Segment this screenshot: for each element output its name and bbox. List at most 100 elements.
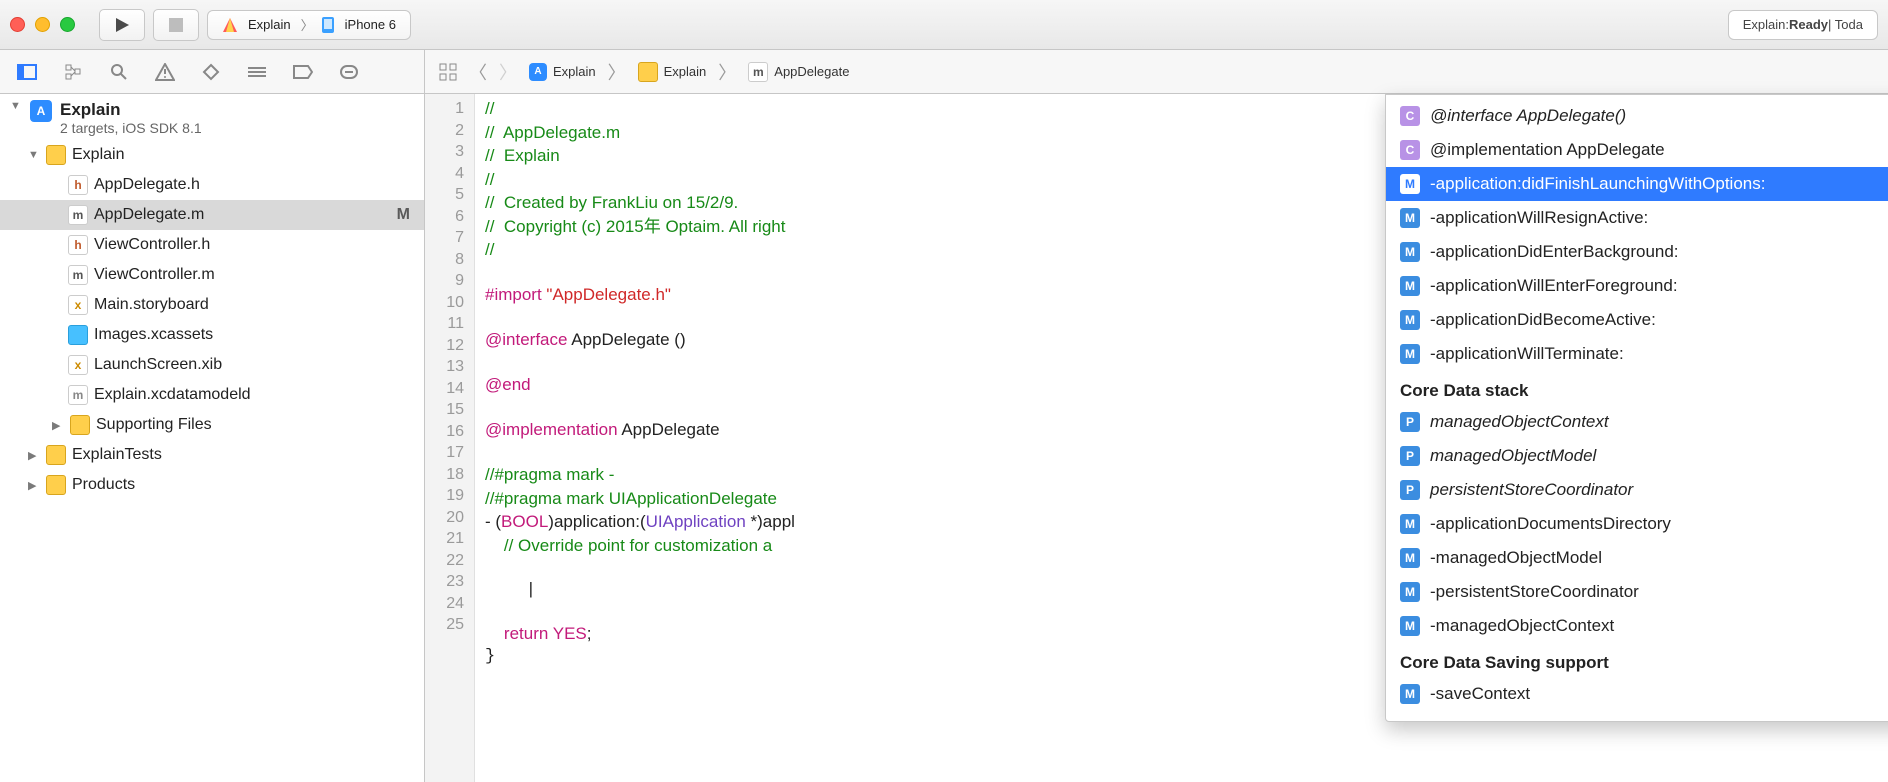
symbol-item[interactable]: M -applicationDocumentsDirectory <box>1386 507 1888 541</box>
m-file-icon: m <box>748 62 768 82</box>
jumpbar-file[interactable]: m AppDelegate <box>748 62 849 82</box>
property-icon: P <box>1400 480 1420 500</box>
method-icon: M <box>1400 344 1420 364</box>
symbol-label: -persistentStoreCoordinator <box>1430 582 1639 602</box>
symbol-item[interactable]: M-applicationDidEnterBackground: <box>1386 235 1888 269</box>
file-row[interactable]: hAppDelegate.h <box>0 170 424 200</box>
symbol-navigator-icon[interactable] <box>62 61 84 83</box>
group-label: Supporting Files <box>96 416 212 434</box>
group-row[interactable]: ▶ Supporting Files <box>0 410 424 440</box>
symbol-item[interactable]: C@interface AppDelegate() <box>1386 99 1888 133</box>
file-row[interactable]: xLaunchScreen.xib <box>0 350 424 380</box>
scm-modified-badge: M <box>397 206 416 224</box>
symbol-item[interactable]: M-saveContext <box>1386 677 1888 711</box>
source-editor[interactable]: 1234567891011121314151617181920212223242… <box>425 94 1888 782</box>
activity-viewer: Explain: Ready | Toda <box>1728 10 1878 40</box>
scheme-selector[interactable]: Explain 〉 iPhone 6 <box>207 10 411 40</box>
folder-icon <box>46 475 66 495</box>
run-button[interactable] <box>99 9 145 41</box>
file-label: Explain.xcdatamodeld <box>94 386 251 404</box>
file-label: ViewController.h <box>94 236 210 254</box>
popover-section-saving: Core Data Saving support <box>1386 643 1888 677</box>
disclosure-triangle-icon[interactable]: ▶ <box>52 419 64 432</box>
file-row[interactable]: xMain.storyboard <box>0 290 424 320</box>
class-icon: C <box>1400 140 1420 160</box>
symbol-item[interactable]: M-applicationWillTerminate: <box>1386 337 1888 371</box>
test-navigator-icon[interactable] <box>200 61 222 83</box>
activity-status: Ready <box>1789 17 1828 32</box>
group-label: ExplainTests <box>72 446 162 464</box>
m-file-icon: m <box>68 205 88 225</box>
activity-prefix: Explain: <box>1743 17 1789 32</box>
jumpbar-project[interactable]: A Explain <box>529 63 596 81</box>
symbol-item[interactable]: M-applicationDidBecomeActive: <box>1386 303 1888 337</box>
project-root[interactable]: ▼ A Explain 2 targets, iOS SDK 8.1 <box>0 96 424 140</box>
symbol-label: -applicationWillEnterForeground: <box>1430 276 1678 296</box>
forward-button[interactable]: 〉 <box>499 59 517 85</box>
project-name: Explain <box>60 100 202 120</box>
folder-icon <box>638 62 658 82</box>
issue-navigator-icon[interactable] <box>154 61 176 83</box>
file-row[interactable]: mAppDelegate.mM <box>0 200 424 230</box>
group-explain[interactable]: ▼ Explain <box>0 140 424 170</box>
property-icon: P <box>1400 446 1420 466</box>
folder-icon <box>46 445 66 465</box>
method-icon: M <box>1400 514 1420 534</box>
symbol-label: -applicationDocumentsDirectory <box>1430 514 1671 534</box>
debug-navigator-icon[interactable] <box>246 61 268 83</box>
symbol-item[interactable]: M-managedObjectContext <box>1386 609 1888 643</box>
related-items-icon[interactable] <box>439 63 457 81</box>
disclosure-triangle-icon[interactable]: ▶ <box>28 449 40 462</box>
project-subtitle: 2 targets, iOS SDK 8.1 <box>60 120 202 136</box>
method-icon: M <box>1400 208 1420 228</box>
symbol-item[interactable]: M -persistentStoreCoordinator <box>1386 575 1888 609</box>
symbol-item[interactable]: M-application:didFinishLaunchingWithOpti… <box>1386 167 1888 201</box>
jumpbar-group[interactable]: Explain <box>638 62 707 82</box>
file-row[interactable]: mViewController.m <box>0 260 424 290</box>
method-icon: M <box>1400 582 1420 602</box>
report-navigator-icon[interactable] <box>338 61 360 83</box>
file-row[interactable]: h ViewController.h <box>0 230 424 260</box>
group-row[interactable]: ▶ ExplainTests <box>0 440 424 470</box>
navigator-tabs <box>0 50 425 93</box>
symbol-item[interactable]: M -applicationWillResignActive: <box>1386 201 1888 235</box>
file-row[interactable]: Images.xcassets <box>0 320 424 350</box>
minimize-window-button[interactable] <box>35 17 50 32</box>
jump-bar[interactable]: 〈 〉 A Explain 〉 Explain 〉 m AppDelegate <box>425 50 1888 93</box>
close-window-button[interactable] <box>10 17 25 32</box>
m-file-icon: m <box>68 265 88 285</box>
symbol-item[interactable]: M-managedObjectModel <box>1386 541 1888 575</box>
symbol-item[interactable]: C @implementation AppDelegate <box>1386 133 1888 167</box>
symbol-item[interactable]: M-applicationWillEnterForeground: <box>1386 269 1888 303</box>
h-file-icon: h <box>68 175 88 195</box>
back-button[interactable]: 〈 <box>469 59 487 85</box>
breakpoint-navigator-icon[interactable] <box>292 61 314 83</box>
symbol-item[interactable]: PmanagedObjectContext <box>1386 405 1888 439</box>
file-label: LaunchScreen.xib <box>94 356 222 374</box>
symbol-label: @implementation AppDelegate <box>1430 140 1665 160</box>
disclosure-triangle-icon[interactable]: ▼ <box>10 100 22 112</box>
group-row[interactable]: ▶Products <box>0 470 424 500</box>
symbol-label: -managedObjectContext <box>1430 616 1614 636</box>
h-file-icon: h <box>68 235 88 255</box>
symbol-item[interactable]: PmanagedObjectModel <box>1386 439 1888 473</box>
asset-file-icon <box>68 325 88 345</box>
method-icon: M <box>1400 310 1420 330</box>
main-area: ▼ A Explain 2 targets, iOS SDK 8.1 ▼ Exp… <box>0 94 1888 782</box>
disclosure-triangle-icon[interactable]: ▶ <box>28 479 40 492</box>
method-icon: M <box>1400 174 1420 194</box>
jumpbar-file-label: AppDelegate <box>774 64 849 79</box>
stop-button[interactable] <box>153 9 199 41</box>
project-navigator: ▼ A Explain 2 targets, iOS SDK 8.1 ▼ Exp… <box>0 94 425 782</box>
symbol-label: @interface AppDelegate() <box>1430 106 1626 126</box>
zoom-window-button[interactable] <box>60 17 75 32</box>
folder-icon <box>46 145 66 165</box>
disclosure-triangle-icon[interactable]: ▼ <box>28 149 40 161</box>
project-navigator-icon[interactable] <box>16 61 38 83</box>
app-icon <box>222 17 238 33</box>
symbol-label: -applicationWillResignActive: <box>1430 208 1648 228</box>
device-icon <box>321 16 335 34</box>
search-navigator-icon[interactable] <box>108 61 130 83</box>
file-row[interactable]: mExplain.xcdatamodeld <box>0 380 424 410</box>
symbol-item[interactable]: PpersistentStoreCoordinator <box>1386 473 1888 507</box>
